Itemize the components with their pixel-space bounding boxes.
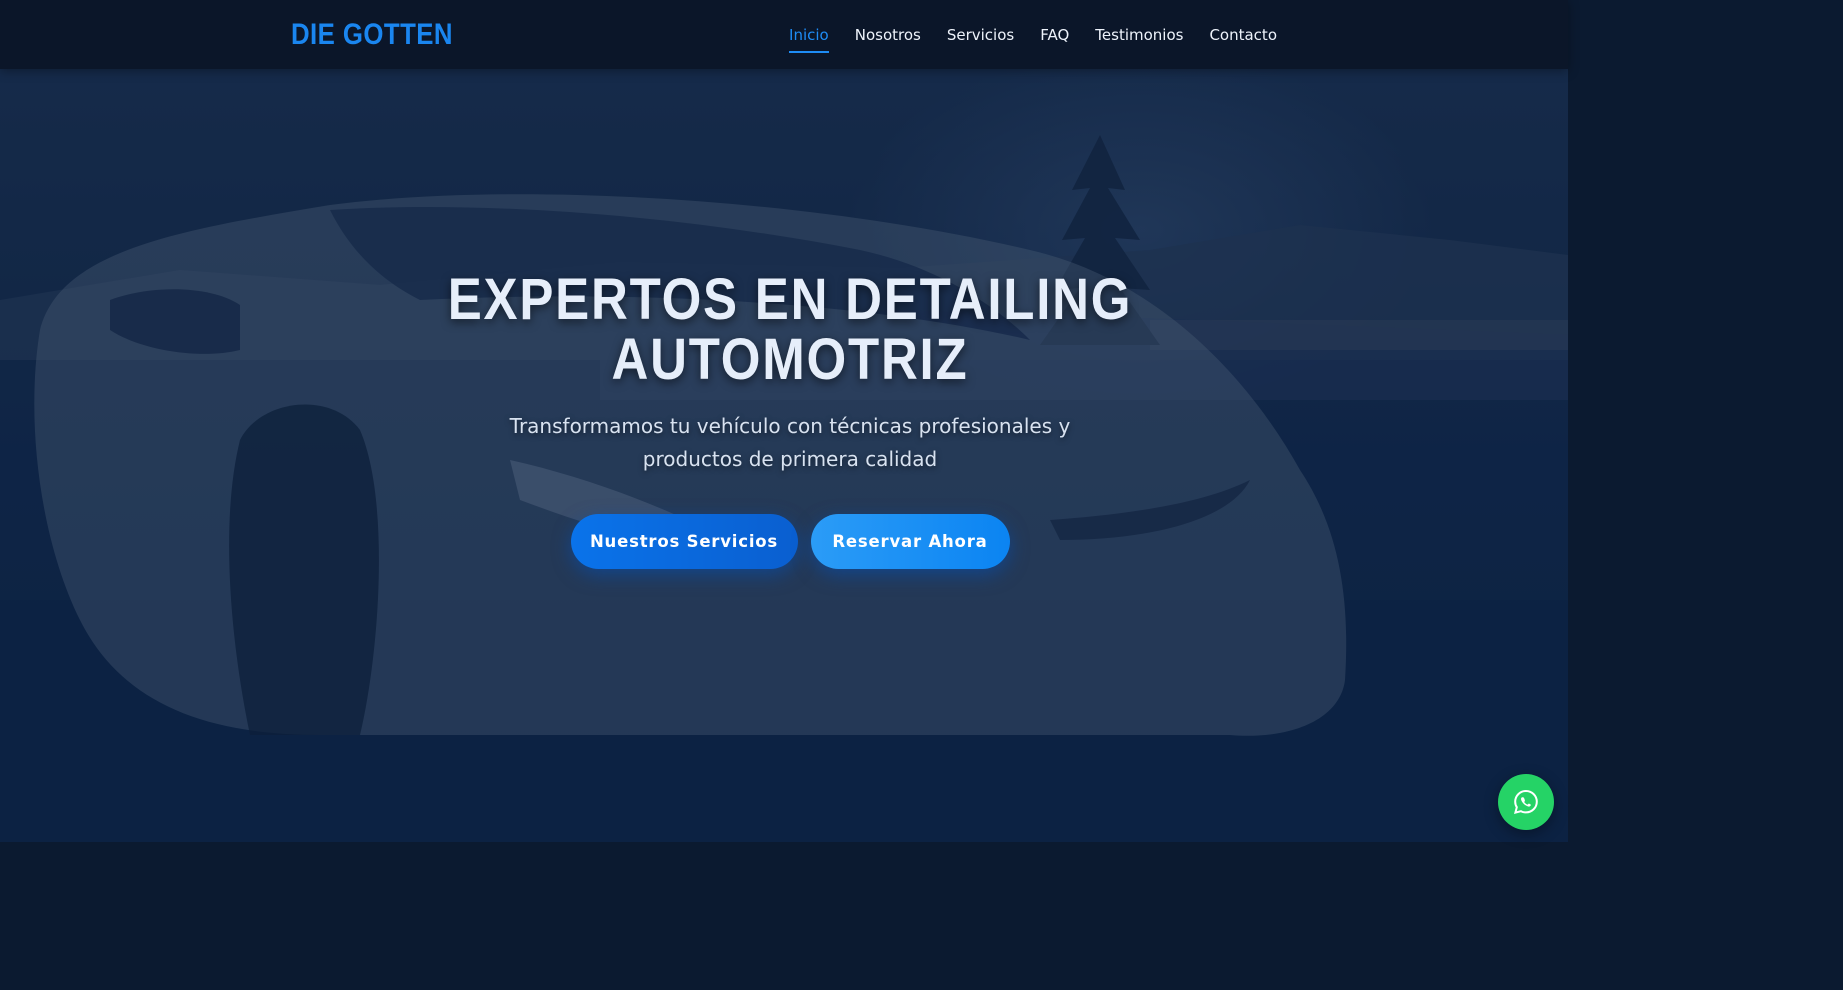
- hero-content: EXPERTOS EN DETAILING AUTOMOTRIZ Transfo…: [384, 270, 1196, 569]
- brand-logo[interactable]: DIE GOTTEN: [291, 14, 453, 56]
- nav-link-testimonios[interactable]: Testimonios: [1095, 25, 1183, 45]
- hero-subtitle: Transformamos tu vehículo con técnicas p…: [509, 414, 1071, 471]
- nav-link-contacto[interactable]: Contacto: [1209, 25, 1277, 45]
- hero-section: EXPERTOS EN DETAILING AUTOMOTRIZ Transfo…: [0, 0, 1568, 842]
- our-services-button[interactable]: Nuestros Servicios: [570, 514, 798, 569]
- nav-link-nosotros[interactable]: Nosotros: [855, 25, 921, 45]
- whatsapp-icon: [1514, 789, 1538, 814]
- nav-link-faq[interactable]: FAQ: [1040, 25, 1069, 45]
- book-now-button[interactable]: Reservar Ahora: [810, 514, 1010, 569]
- whatsapp-button[interactable]: [1498, 774, 1554, 830]
- navbar: DIE GOTTEN Inicio Nosotros Servicios FAQ…: [0, 0, 1568, 69]
- hero-title-line2: AUTOMOTRIZ: [611, 327, 969, 392]
- main-nav: Inicio Nosotros Servicios FAQ Testimonio…: [789, 0, 1277, 69]
- hero-title-line1: EXPERTOS EN DETAILING: [447, 267, 1133, 332]
- nav-link-servicios[interactable]: Servicios: [947, 25, 1014, 45]
- hero-title: EXPERTOS EN DETAILING AUTOMOTRIZ: [433, 270, 1148, 390]
- nav-link-inicio[interactable]: Inicio: [789, 25, 829, 53]
- hero-buttons: Nuestros Servicios Reservar Ahora: [384, 514, 1196, 569]
